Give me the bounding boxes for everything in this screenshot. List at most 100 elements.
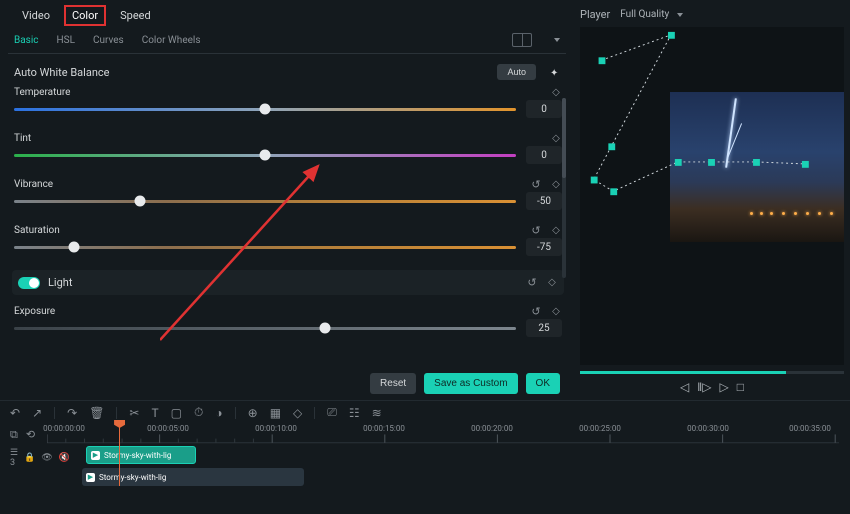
subtab-curves[interactable]: Curves [93, 35, 124, 46]
playbar[interactable] [580, 371, 844, 374]
ruler-mark: 00:00:25:00 [579, 424, 621, 433]
temperature-value[interactable]: 0 [526, 100, 562, 118]
crop-icon[interactable]: ▢ [171, 406, 182, 420]
quality-dropdown[interactable]: Full Quality [620, 9, 683, 20]
tint-label: Tint [14, 133, 92, 144]
link-icon[interactable]: ⟲ [26, 428, 35, 442]
keyframe-icon[interactable] [550, 305, 562, 317]
pointer-icon[interactable]: ↗ [32, 406, 42, 420]
play-icon [86, 473, 95, 482]
transport-controls: ◁ ‖▷ ▷ □ [580, 374, 844, 400]
save-custom-button[interactable]: Save as Custom [424, 373, 517, 394]
subtab-hsl[interactable]: HSL [57, 35, 75, 46]
undo-icon[interactable]: ↶ [10, 406, 20, 420]
slider-thumb[interactable] [260, 104, 271, 115]
exposure-value[interactable]: 25 [526, 319, 562, 337]
clip-2[interactable]: Stormy-sky-with-lig [82, 468, 304, 486]
mixer-icon[interactable]: ≋ [372, 406, 382, 420]
ruler-mark: 00:00:10:00 [255, 424, 297, 433]
play-icon[interactable]: ▷ [719, 380, 728, 394]
vibrance-value[interactable]: -50 [526, 192, 562, 210]
step-back-icon[interactable]: ‖▷ [697, 380, 711, 394]
bezier-overlay[interactable] [580, 27, 844, 330]
delete-icon[interactable]: 🗑 [89, 406, 104, 420]
keyframe-icon[interactable] [550, 224, 562, 236]
marker-icon[interactable]: ⊕ [248, 406, 258, 420]
playhead[interactable] [119, 424, 120, 486]
eyedropper-icon[interactable] [550, 66, 562, 78]
compare-icon[interactable] [512, 33, 532, 47]
ok-button[interactable]: OK [526, 373, 560, 394]
tab-video[interactable]: Video [22, 9, 50, 22]
eye-icon[interactable]: 👁 [41, 453, 52, 463]
track-menu-icon[interactable]: ☰ 3 [10, 448, 18, 468]
light-toggle[interactable] [18, 277, 40, 289]
keyframe-icon[interactable] [550, 86, 562, 98]
vibrance-label: Vibrance [14, 179, 92, 190]
clip-1[interactable]: Stormy-sky-with-lig [86, 446, 196, 464]
awb-label: Auto White Balance [14, 66, 110, 79]
slider-thumb[interactable] [260, 150, 271, 161]
slider-thumb[interactable] [134, 196, 145, 207]
scrollbar[interactable] [562, 98, 566, 278]
redo-icon[interactable]: ↷ [67, 406, 77, 420]
mute-icon[interactable]: 🔇 [59, 453, 70, 463]
subtab-wheels[interactable]: Color Wheels [142, 35, 201, 46]
track-area[interactable]: Stormy-sky-with-lig Stormy-sky-with-lig [82, 446, 840, 468]
light-section: Light [12, 270, 564, 295]
light-label: Light [48, 276, 72, 289]
speed-icon[interactable]: ⏱ [194, 405, 203, 420]
subtab-basic[interactable]: Basic [14, 35, 39, 46]
reset-button[interactable]: Reset [370, 373, 416, 394]
preview-viewport[interactable] [580, 27, 844, 365]
track-controls: ☰ 3 🔒 👁 🔇 [10, 446, 70, 468]
saturation-slider[interactable] [14, 246, 516, 249]
ruler-mark: 00:00:20:00 [471, 424, 513, 433]
saturation-label: Saturation [14, 225, 92, 236]
ruler-mark: 00:00:05:00 [147, 424, 189, 433]
stop-icon[interactable]: □ [737, 380, 744, 394]
reset-icon[interactable] [526, 277, 538, 289]
color-icon[interactable]: ◑ [215, 406, 222, 420]
lock-icon[interactable]: 🔒 [24, 453, 35, 463]
reset-icon[interactable] [530, 224, 542, 236]
tint-slider[interactable] [14, 154, 516, 157]
ruler-mark: 00:00:30:00 [687, 424, 729, 433]
saturation-value[interactable]: -75 [526, 238, 562, 256]
player-label: Player [580, 8, 610, 21]
top-tabs: Video Color Speed [8, 2, 566, 25]
keyframe-icon[interactable] [546, 277, 558, 289]
exposure-label: Exposure [14, 306, 92, 317]
keyframe-icon[interactable] [550, 178, 562, 190]
color-props: Auto White Balance Auto Temperature 0 Ti… [8, 54, 566, 367]
slider-thumb[interactable] [69, 242, 80, 253]
tab-speed[interactable]: Speed [120, 9, 151, 22]
slider-thumb[interactable] [320, 323, 331, 334]
sub-tabs: Basic HSL Curves Color Wheels [8, 25, 566, 54]
tab-color[interactable]: Color [64, 5, 106, 26]
ruler-mark: 00:00:15:00 [363, 424, 405, 433]
keyframe2-icon[interactable]: ◇ [293, 406, 302, 420]
play-icon [91, 451, 100, 460]
vibrance-slider[interactable] [14, 200, 516, 203]
group-icon[interactable]: ▦ [270, 406, 281, 420]
keyframe-icon[interactable] [550, 132, 562, 144]
exposure-slider[interactable] [14, 327, 516, 330]
reset-icon[interactable] [530, 305, 542, 317]
reset-icon[interactable] [530, 178, 542, 190]
ruler-mark: 00:00:00:00 [43, 424, 85, 433]
temperature-label: Temperature [14, 87, 92, 98]
render-icon[interactable]: ⎚ [327, 405, 337, 420]
auto-button[interactable]: Auto [497, 64, 536, 80]
cut-icon[interactable]: ✂ [129, 406, 139, 420]
text-icon[interactable]: T [151, 406, 158, 420]
audio-icon[interactable]: ☷ [349, 406, 360, 420]
compare-dropdown-icon[interactable] [554, 38, 560, 42]
tint-value[interactable]: 0 [526, 146, 562, 164]
timeline-ruler[interactable]: 00:00:00:00 00:00:05:00 00:00:10:00 00:0… [47, 424, 840, 446]
temperature-slider[interactable] [14, 108, 516, 111]
prev-frame-icon[interactable]: ◁ [680, 380, 689, 394]
ruler-mark: 00:00:35:00 [789, 424, 831, 433]
copy-icon[interactable]: ⧉ [10, 428, 18, 442]
timeline-tools: ↶ ↗ ↷ 🗑 ✂ T ▢ ⏱ ◑ ⊕ ▦ ◇ ⎚ ☷ ≋ [0, 401, 850, 422]
